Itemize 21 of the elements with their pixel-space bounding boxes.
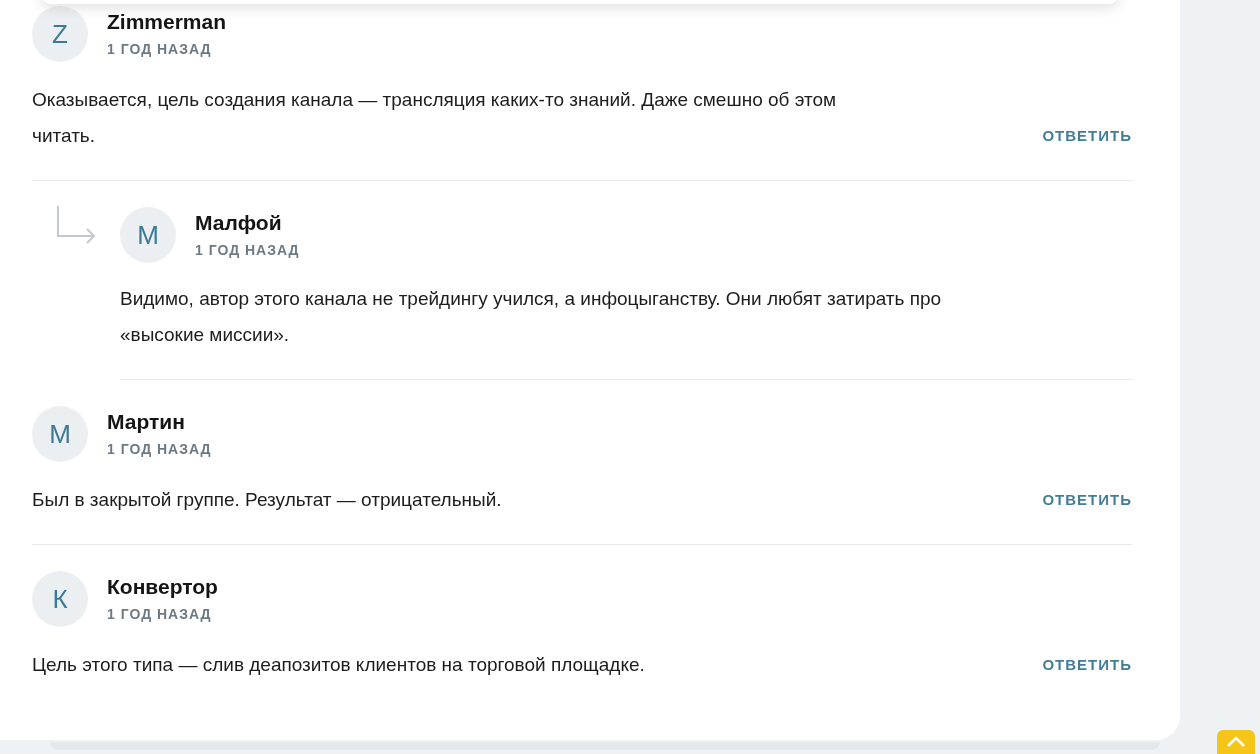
chevron-up-icon <box>1226 736 1246 748</box>
reply-link[interactable]: ОТВЕТИТЬ <box>1042 653 1132 676</box>
avatar: М <box>120 207 176 263</box>
avatar: М <box>32 406 88 462</box>
reply-link[interactable]: ОТВЕТИТЬ <box>1042 124 1132 147</box>
avatar: Z <box>32 6 88 62</box>
author-name: Малфой <box>195 210 283 236</box>
comment-text: Был в закрытой группе. Результат — отрицательный. <box>32 488 502 512</box>
comment-text: Оказывается, цель создания канала — трансляция каких-то знаний. Даже смешно об этом читать. <box>32 88 838 148</box>
author-name: Zimmerman <box>107 9 227 35</box>
reply-link[interactable]: ОТВЕТИТЬ <box>1042 488 1132 511</box>
comment-time: 1 ГОД НАЗАД <box>107 605 213 624</box>
avatar: К <box>32 571 88 627</box>
reply-arrow-icon <box>55 205 97 245</box>
author-name: Мартин <box>107 409 186 435</box>
comment-time: 1 ГОД НАЗАД <box>195 241 300 260</box>
comment-text: Видимо, автор этого канала не трейдингу учился, а инфоцыганству. Они любят затирать про «высокие миссии». <box>120 287 943 347</box>
comment-time: 1 ГОД НАЗАД <box>107 440 212 459</box>
author-name: Конвертор <box>107 574 218 600</box>
comment-text: Цель этого типа — слив деапозитов клиентов на торговой площадке. <box>32 653 645 677</box>
comment-time: 1 ГОД НАЗАД <box>107 40 213 59</box>
